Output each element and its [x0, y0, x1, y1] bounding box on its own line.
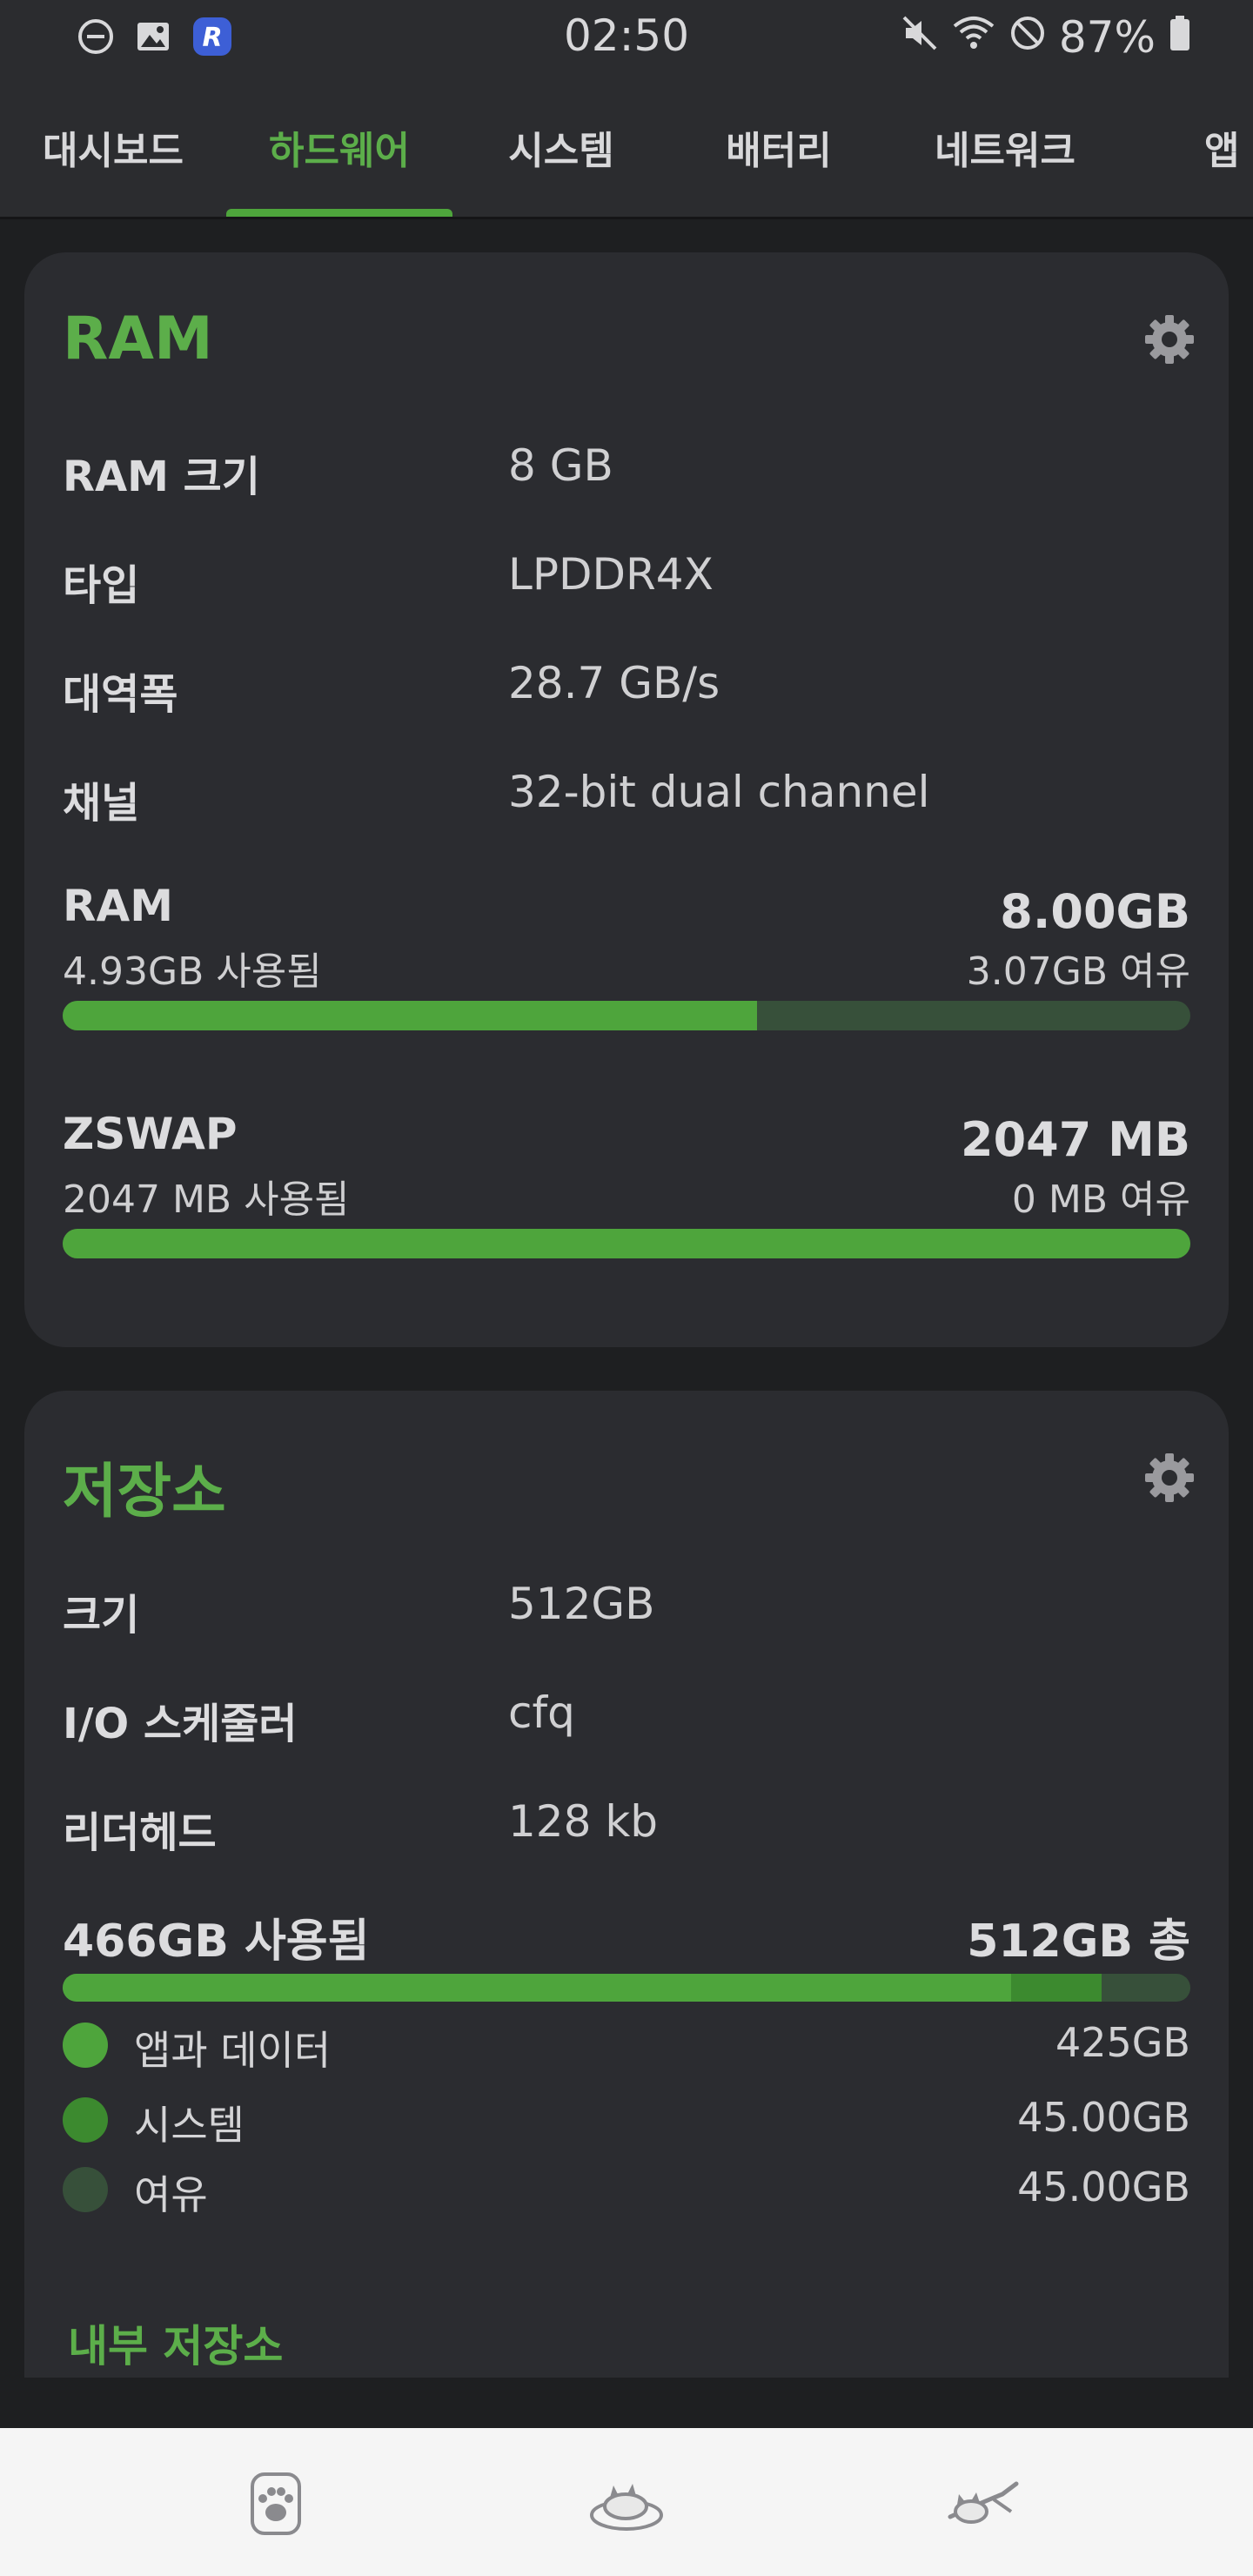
- ram-bandwidth-value: 28.7 GB/s: [508, 658, 720, 708]
- io-scheduler-value: cfq: [508, 1687, 575, 1738]
- storage-used-text: 466GB 사용됨: [63, 1915, 370, 1968]
- active-tab-indicator: [226, 209, 452, 217]
- legend-value-free: 45.00GB: [1017, 2163, 1190, 2210]
- status-bar: R 02:50 87%: [0, 0, 1253, 75]
- zswap-meter-name: ZSWAP: [63, 1109, 238, 1159]
- storage-usage-bar: [63, 1974, 1190, 2002]
- ram-channel-label: 채널: [63, 779, 140, 828]
- tab-system[interactable]: 시스템: [452, 75, 670, 217]
- cat-bed-icon[interactable]: [585, 2465, 668, 2543]
- storage-size-label: 크기: [63, 1591, 140, 1640]
- zswap-usage-fill: [63, 1229, 1190, 1258]
- zswap-total-text: 2047 MB: [961, 1112, 1190, 1167]
- flying-cat-icon[interactable]: [940, 2465, 1027, 2543]
- zswap-free-text: 0 MB 여유: [1011, 1177, 1190, 1222]
- ram-free-text: 3.07GB 여유: [966, 949, 1190, 994]
- tab-bar: 대시보드 하드웨어 시스템 배터리 네트워크 앱: [0, 75, 1253, 219]
- legend-value-apps: 425GB: [1055, 2019, 1190, 2066]
- tab-network[interactable]: 네트워크: [888, 75, 1122, 217]
- ram-total-text: 8.00GB: [1000, 884, 1190, 939]
- tab-hardware[interactable]: 하드웨어: [226, 75, 452, 217]
- legend-label-free: 여유: [134, 2171, 208, 2218]
- storage-size-value: 512GB: [508, 1579, 655, 1629]
- ram-size-value: 8 GB: [508, 440, 613, 491]
- storage-card: 저장소 크기 512GB I/O 스케줄러 cfq 리더헤드 128 kb 46…: [24, 1391, 1229, 2378]
- legend-value-system: 45.00GB: [1017, 2094, 1190, 2141]
- internal-storage-heading[interactable]: 내부 저장소: [68, 2311, 283, 2374]
- zswap-usage-bar: [63, 1229, 1190, 1258]
- gear-icon[interactable]: [1142, 312, 1197, 367]
- storage-card-title: 저장소: [63, 1458, 226, 1526]
- legend-dot-system: [63, 2097, 108, 2143]
- ram-size-label: RAM 크기: [63, 453, 260, 501]
- read-ahead-label: 리더헤드: [63, 1808, 217, 1857]
- legend-dot-apps: [63, 2023, 108, 2068]
- ram-usage-bar: [63, 1001, 1190, 1030]
- io-scheduler-label: I/O 스케줄러: [63, 1700, 298, 1748]
- ram-usage-fill: [63, 1001, 758, 1030]
- ram-meter-name: RAM: [63, 881, 173, 931]
- wifi-icon: [951, 12, 996, 63]
- gear-icon[interactable]: [1142, 1450, 1197, 1506]
- battery-icon: [1168, 12, 1192, 63]
- storage-total-text: 512GB 총: [967, 1915, 1190, 1968]
- mute-icon: [901, 12, 939, 63]
- battery-percent: 87%: [1058, 12, 1156, 63]
- storage-system-fill: [1010, 1974, 1102, 2002]
- tab-dashboard[interactable]: 대시보드: [0, 75, 226, 217]
- storage-apps-fill: [63, 1974, 1011, 2002]
- zswap-used-text: 2047 MB 사용됨: [63, 1177, 350, 1222]
- ram-card-title: RAM: [63, 305, 213, 373]
- ram-type-label: 타입: [63, 561, 140, 610]
- legend-label-system: 시스템: [134, 2102, 245, 2149]
- no-disturb-icon: [1008, 12, 1047, 63]
- read-ahead-value: 128 kb: [508, 1796, 659, 1847]
- bottom-nav: [0, 2428, 1253, 2576]
- tab-battery[interactable]: 배터리: [670, 75, 888, 217]
- legend-label-apps: 앱과 데이터: [134, 2027, 332, 2074]
- paw-icon[interactable]: [237, 2465, 315, 2543]
- ram-card: RAM RAM 크기 8 GB 타입 LPDDR4X 대역폭 28.7 GB/s…: [24, 252, 1229, 1347]
- ram-channel-value: 32-bit dual channel: [508, 767, 930, 817]
- ram-used-text: 4.93GB 사용됨: [63, 949, 322, 994]
- ram-type-value: LPDDR4X: [508, 549, 714, 600]
- legend-dot-free: [63, 2167, 108, 2212]
- ram-bandwidth-label: 대역폭: [63, 670, 178, 719]
- tab-apps[interactable]: 앱: [1175, 75, 1253, 217]
